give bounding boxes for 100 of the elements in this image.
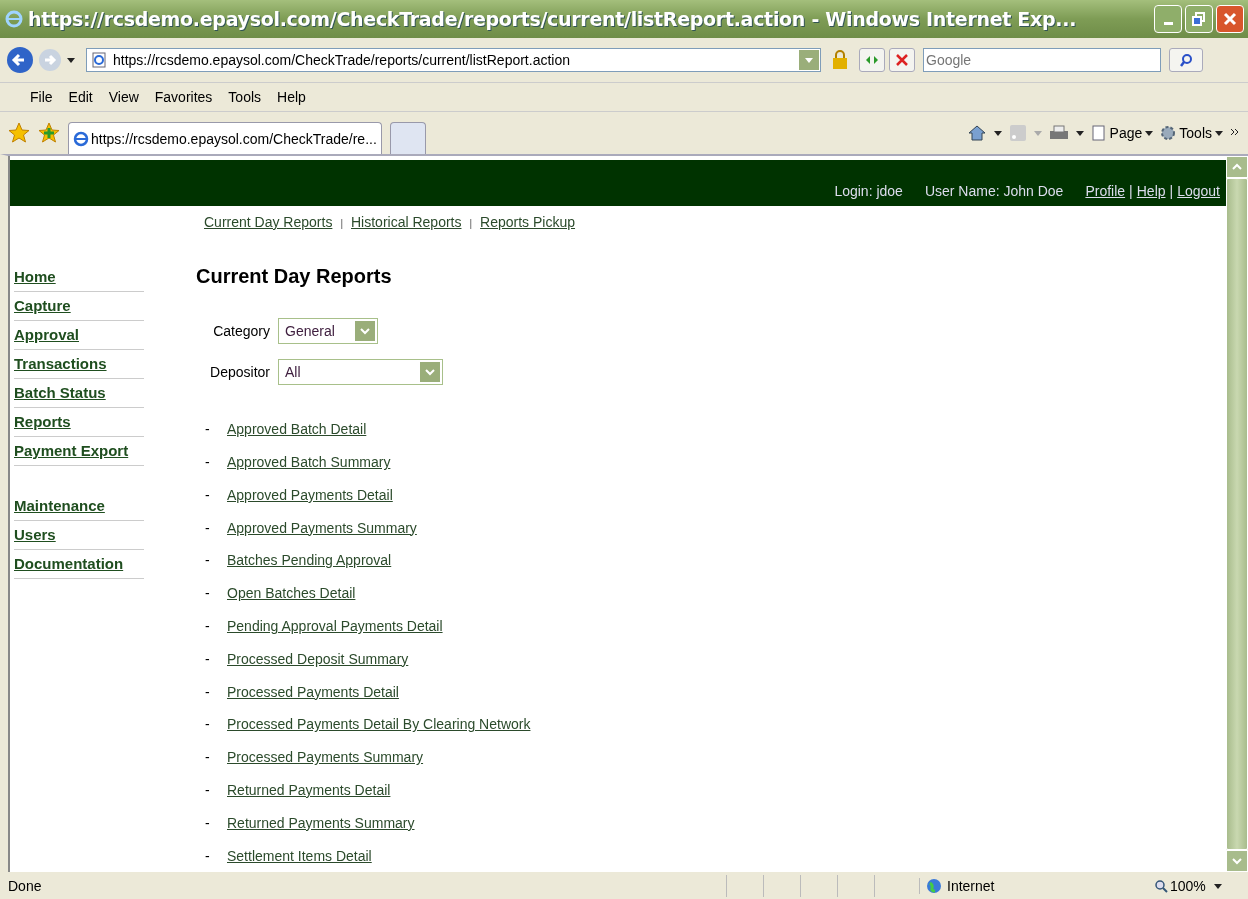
search-button[interactable]	[1169, 48, 1203, 72]
page-icon	[1090, 125, 1107, 141]
printer-icon[interactable]	[1048, 124, 1069, 142]
menu-item[interactable]: Tools	[228, 89, 262, 105]
add-favorite-star-icon[interactable]	[38, 122, 60, 144]
home-icon[interactable]	[966, 123, 987, 143]
dropdown-caret-icon	[1145, 130, 1154, 136]
minimize-button[interactable]	[1154, 5, 1182, 33]
sidebar-link[interactable]: Home	[14, 268, 56, 286]
report-link[interactable]: Processed Deposit Summary	[227, 650, 409, 667]
browser-tab[interactable]: https://rcsdemo.epaysol.com/CheckTrade/re...	[68, 122, 382, 154]
zoom-button[interactable]: 100%	[1154, 877, 1206, 894]
filter-label: Category	[212, 323, 270, 340]
sub-nav-link[interactable]: Reports Pickup	[480, 213, 576, 230]
browser-tab[interactable]	[389, 122, 426, 154]
bullet: -	[204, 618, 211, 634]
user-name-text: User Name: John Doe	[924, 182, 1064, 199]
report-link[interactable]: Returned Payments Detail	[227, 782, 391, 798]
bullet: -	[204, 782, 211, 798]
menu-item[interactable]: Favorites	[154, 89, 213, 105]
dropdown-caret-icon[interactable]	[66, 56, 76, 64]
tools-menu-button[interactable]: Tools	[1160, 125, 1223, 141]
report-link[interactable]: Approved Payments Detail	[227, 486, 393, 503]
bullet: -	[204, 814, 211, 831]
restore-icon	[1192, 12, 1206, 26]
dropdown-caret-icon	[360, 327, 370, 336]
globe-icon	[926, 877, 942, 894]
report-link[interactable]: Returned Payments Summary	[227, 814, 415, 831]
report-link[interactable]: Approved Payments Summary	[227, 519, 417, 536]
minimize-icon	[1163, 21, 1173, 25]
restore-button[interactable]	[1185, 5, 1213, 33]
sidebar-link[interactable]: Users	[14, 526, 56, 544]
stop-button[interactable]	[889, 48, 915, 72]
header-link[interactable]: Profile	[1085, 182, 1126, 199]
vertical-scrollbar[interactable]	[1226, 156, 1248, 872]
address-field[interactable]: https://rcsdemo.epaysol.com/CheckTrade/reports/current/listReport.action	[86, 48, 821, 72]
bullet: -	[204, 650, 211, 667]
close-icon	[1223, 12, 1237, 26]
sidebar-link[interactable]: Transactions	[14, 355, 107, 373]
filter-label: Depositor	[209, 364, 270, 381]
refresh-button[interactable]	[859, 48, 885, 72]
dropdown-caret-icon	[804, 56, 814, 64]
separator: |	[469, 217, 473, 229]
bullet: -	[204, 847, 211, 864]
close-icon	[895, 53, 909, 67]
star-icon[interactable]	[8, 122, 30, 144]
menu-item[interactable]: View	[108, 89, 139, 105]
dropdown-caret-icon[interactable]	[1075, 130, 1084, 136]
report-link[interactable]: Settlement Items Detail	[227, 847, 372, 864]
report-link[interactable]: Batches Pending Approval	[227, 552, 392, 569]
bullet: -	[204, 585, 211, 602]
login-text: Login: jdoe	[834, 182, 903, 199]
status-text: Done	[8, 877, 43, 894]
sidebar-link[interactable]: Documentation	[14, 555, 124, 573]
separator: |	[340, 217, 343, 229]
sidebar-link[interactable]: Reports	[14, 413, 71, 431]
browser-logo-icon	[4, 9, 24, 29]
sidebar-link[interactable]: Batch Status	[14, 384, 106, 402]
bullet: -	[204, 716, 211, 733]
dropdown-caret-icon	[1215, 130, 1223, 136]
report-link[interactable]: Processed Payments Detail By Clearing Network	[227, 716, 531, 733]
sub-nav-link[interactable]: Current Day Reports	[204, 213, 333, 230]
bullet: -	[204, 454, 211, 471]
report-link[interactable]: Open Batches Detail	[227, 585, 356, 602]
close-button[interactable]	[1216, 5, 1244, 33]
sidebar-link[interactable]: Maintenance	[14, 497, 105, 515]
header-link[interactable]: Logout	[1177, 182, 1220, 199]
report-link[interactable]: Approved Batch Detail	[227, 421, 367, 438]
sub-nav-link[interactable]: Historical Reports	[351, 213, 462, 230]
report-link[interactable]: Processed Payments Summary	[227, 749, 424, 766]
bullet: -	[204, 519, 211, 536]
window-title: https://rcsdemo.epaysol.com/CheckTrade/reports/current/listReport.action - Windows Internet Exp...	[28, 8, 1077, 30]
menu-item[interactable]: Edit	[68, 89, 93, 105]
bullet: -	[204, 749, 211, 766]
browser-logo-icon	[73, 130, 89, 147]
header-link[interactable]: Help	[1136, 182, 1166, 199]
separator: |	[1169, 182, 1174, 199]
menu-item[interactable]: Help	[277, 89, 306, 105]
page-menu-button[interactable]: Page	[1090, 125, 1154, 141]
report-link[interactable]: Approved Batch Summary	[227, 454, 391, 471]
zone-text: Internet	[947, 877, 995, 894]
sidebar-link[interactable]: Payment Export	[14, 442, 129, 460]
menu-item[interactable]: File	[30, 89, 53, 105]
search-field[interactable]: Google	[923, 48, 1161, 72]
bullet: -	[204, 683, 211, 700]
dropdown-field[interactable]: All	[278, 359, 443, 386]
search-icon	[1179, 53, 1193, 67]
dropdown-caret-icon	[1033, 130, 1042, 136]
report-link[interactable]: Pending Approval Payments Detail	[227, 618, 443, 634]
dropdown-caret-icon[interactable]	[993, 130, 1002, 136]
bullet: -	[204, 486, 211, 503]
back-button[interactable]	[6, 46, 34, 74]
bullet: -	[204, 552, 211, 569]
report-link[interactable]: Processed Payments Detail	[227, 683, 399, 700]
dropdown-field[interactable]: General	[278, 318, 378, 345]
sidebar-link[interactable]: Approval	[14, 326, 79, 344]
dropdown-caret-icon[interactable]	[1213, 882, 1222, 889]
chevron-icon[interactable]	[1230, 128, 1240, 138]
magnifier-icon	[1154, 878, 1168, 893]
sidebar-link[interactable]: Capture	[14, 297, 71, 315]
